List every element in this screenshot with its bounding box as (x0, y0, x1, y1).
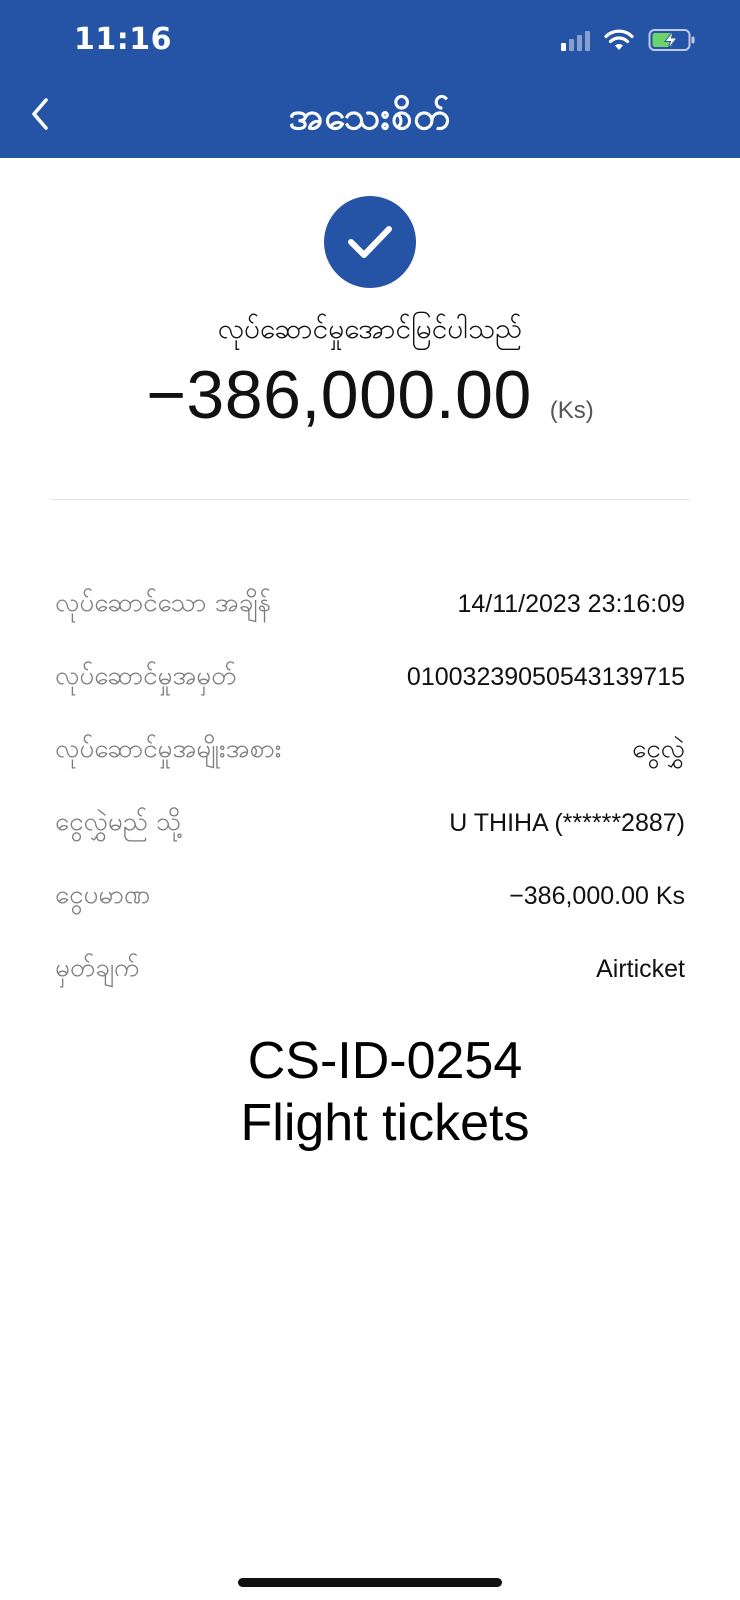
detail-row-type: လုပ်ဆောင်မှုအမျိုးအစား ငွေလွှဲ (55, 714, 685, 787)
home-indicator[interactable] (238, 1578, 502, 1587)
app-header: 11:16 အသေးစိတ် (0, 0, 740, 158)
amount-currency: (Ks) (549, 397, 594, 424)
detail-label: လုပ်ဆောင်သော အချိန် (55, 588, 271, 618)
detail-label: မှတ်ချက် (55, 953, 140, 983)
detail-row-recipient: ငွေလွှဲမည် သို့ U THIHA (******2887) (55, 787, 685, 860)
overlay-case-id: CS-ID-0254 (247, 1032, 523, 1090)
amount-value: −386,000.00 (146, 357, 532, 433)
battery-charging-icon (648, 29, 695, 51)
detail-label: ငွေပမာဏ (55, 880, 151, 910)
detail-row-time: လုပ်ဆောင်သော အချိန် 14/11/2023 23:16:09 (55, 568, 685, 641)
detail-row-transaction-id: လုပ်ဆောင်မှုအမှတ် 01003239050543139715 (55, 641, 685, 714)
detail-row-note: မှတ်ချက် Airticket (55, 933, 685, 1006)
status-time: 11:16 (74, 22, 172, 57)
detail-value: ငွေလွှဲ (632, 734, 685, 764)
overlay-description: Flight tickets (240, 1094, 530, 1152)
divider (50, 499, 690, 500)
success-badge (324, 196, 416, 288)
cellular-signal-icon (561, 29, 590, 51)
detail-value: Airticket (596, 955, 685, 983)
detail-label: လုပ်ဆောင်မှုအမျိုးအစား (55, 734, 282, 764)
success-message: လုပ်ဆောင်မှုအောင်မြင်ပါသည် (217, 312, 523, 345)
status-icons (561, 28, 696, 52)
detail-label: ငွေလွှဲမည် သို့ (55, 807, 182, 837)
detail-row-amount: ငွေပမာဏ −386,000.00 Ks (55, 860, 685, 933)
detail-value: 14/11/2023 23:16:09 (457, 590, 685, 618)
overlay-caption: CS-ID-0254 Flight tickets (0, 1030, 740, 1154)
amount-display: −386,000.00 (Ks) (0, 356, 740, 434)
wifi-icon (604, 29, 634, 50)
page-title: အသေးစိတ် (288, 94, 452, 138)
detail-value: 01003239050543139715 (406, 663, 685, 691)
detail-value: U THIHA (******2887) (449, 809, 685, 837)
checkmark-icon (348, 226, 392, 258)
transaction-details: လုပ်ဆောင်သော အချိန် 14/11/2023 23:16:09 … (55, 568, 685, 1006)
detail-value: −386,000.00 Ks (509, 882, 685, 910)
detail-label: လုပ်ဆောင်မှုအမှတ် (55, 661, 237, 691)
